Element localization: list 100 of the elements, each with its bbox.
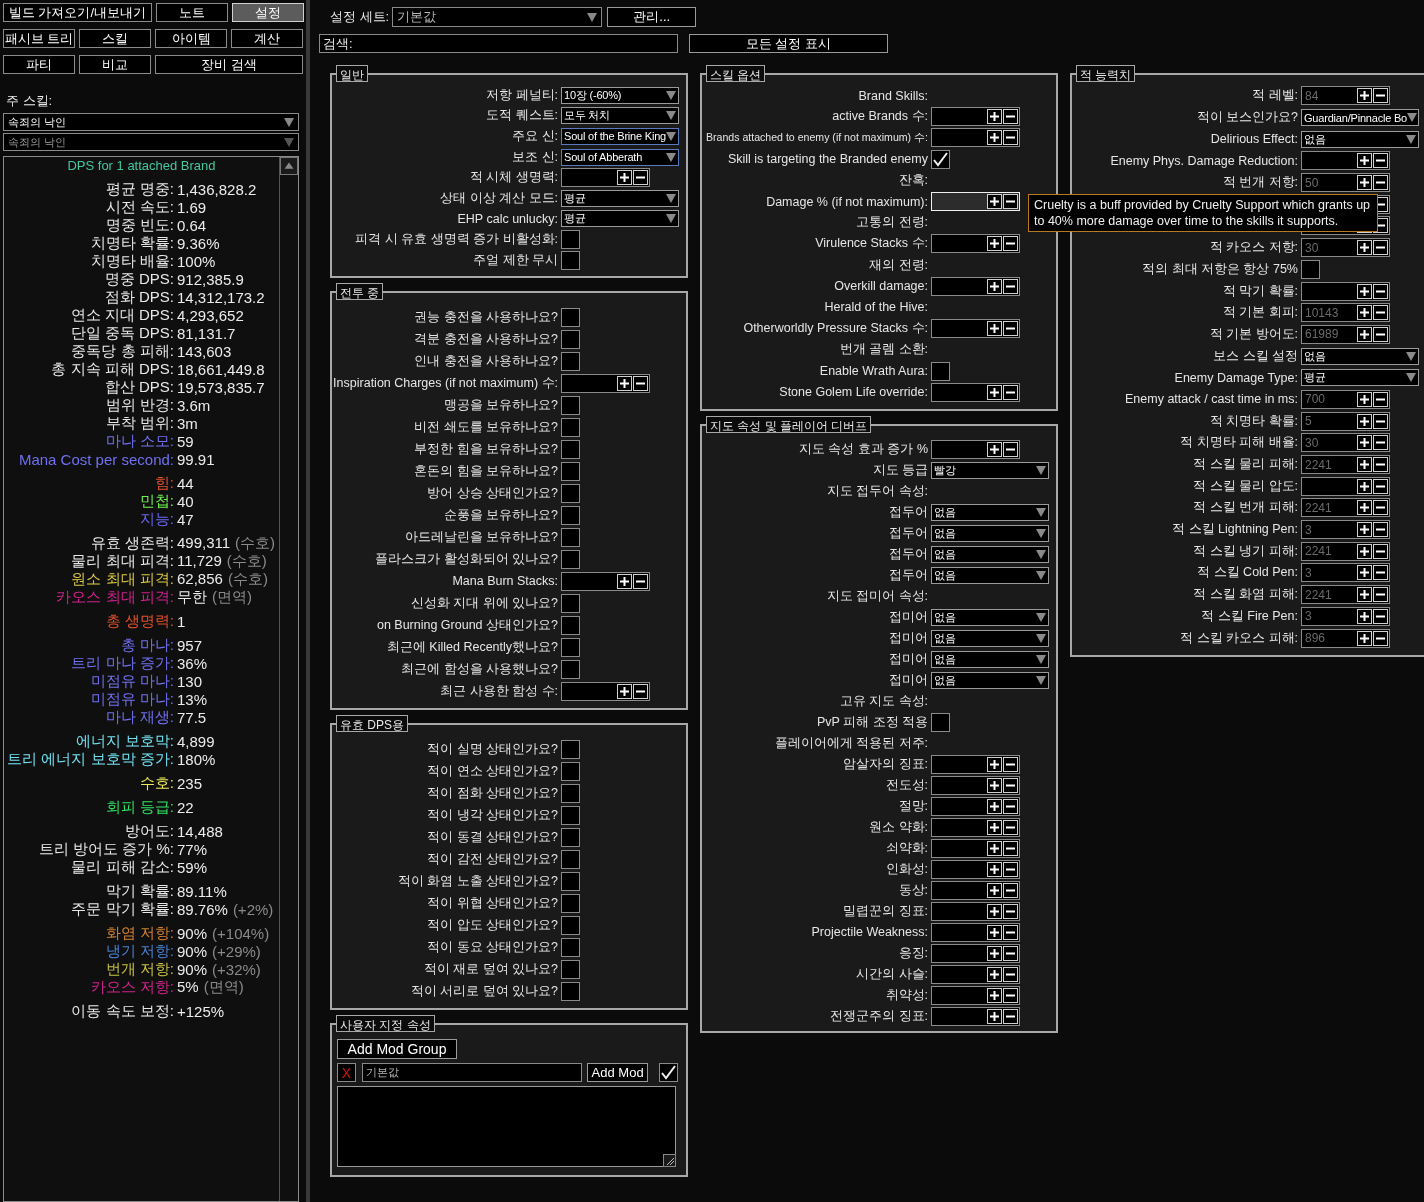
number-field[interactable] — [931, 880, 1020, 900]
number-field[interactable] — [931, 838, 1020, 858]
number-field[interactable] — [931, 1006, 1020, 1026]
number-field[interactable] — [561, 681, 650, 701]
number-field[interactable] — [931, 943, 1020, 963]
tab[interactable]: 패시브 트리 — [3, 29, 75, 48]
increment-button[interactable] — [987, 819, 1002, 835]
number-field[interactable] — [1301, 281, 1390, 301]
decrement-button[interactable] — [1373, 565, 1388, 581]
tab[interactable]: 파티 — [3, 55, 75, 74]
dropdown[interactable]: 빨강 — [931, 461, 1049, 479]
number-field[interactable] — [931, 775, 1020, 795]
decrement-button[interactable] — [1003, 321, 1018, 337]
decrement-button[interactable] — [1373, 175, 1388, 191]
increment-button[interactable] — [617, 375, 632, 391]
decrement-button[interactable] — [1003, 194, 1018, 210]
increment-button[interactable] — [1357, 240, 1372, 256]
dropdown[interactable]: 없음 — [931, 608, 1049, 626]
decrement-button[interactable] — [633, 683, 648, 699]
checkbox[interactable] — [561, 637, 580, 657]
decrement-button[interactable] — [1003, 278, 1018, 294]
checkbox[interactable] — [561, 739, 580, 759]
increment-button[interactable] — [1357, 305, 1372, 321]
increment-button[interactable] — [1357, 543, 1372, 559]
number-field[interactable] — [931, 107, 1020, 127]
decrement-button[interactable] — [1373, 587, 1388, 603]
checkbox[interactable] — [561, 981, 580, 1001]
increment-button[interactable] — [987, 384, 1002, 400]
decrement-button[interactable] — [1003, 777, 1018, 793]
checkbox[interactable] — [561, 250, 580, 270]
checkbox[interactable] — [561, 827, 580, 847]
tab[interactable]: 계산 — [231, 29, 303, 48]
decrement-button[interactable] — [1003, 384, 1018, 400]
dropdown[interactable]: 없음 — [931, 629, 1049, 647]
checkbox[interactable] — [931, 712, 950, 732]
decrement-button[interactable] — [1373, 435, 1388, 451]
decrement-button[interactable] — [1003, 861, 1018, 877]
number-field[interactable] — [931, 964, 1020, 984]
decrement-button[interactable] — [633, 573, 648, 589]
dropdown[interactable]: 평균 — [561, 189, 679, 207]
dropdown[interactable]: 없음 — [931, 503, 1049, 521]
checkbox[interactable] — [1301, 259, 1320, 279]
decrement-button[interactable] — [1373, 543, 1388, 559]
tab[interactable]: 빌드 가져오기/내보내기 — [3, 3, 152, 22]
dropdown[interactable]: 10장 (-60%) — [561, 86, 679, 104]
increment-button[interactable] — [1357, 630, 1372, 646]
checkbox[interactable] — [931, 149, 950, 169]
increment-button[interactable] — [1357, 413, 1372, 429]
increment-button[interactable] — [1357, 608, 1372, 624]
increment-button[interactable] — [617, 573, 632, 589]
decrement-button[interactable] — [1373, 326, 1388, 342]
decrement-button[interactable] — [1003, 798, 1018, 814]
increment-button[interactable] — [1357, 326, 1372, 342]
checkbox[interactable] — [561, 761, 580, 781]
number-field[interactable]: 896 — [1301, 628, 1390, 648]
increment-button[interactable] — [987, 1008, 1002, 1024]
checkbox[interactable] — [561, 351, 580, 371]
number-field[interactable]: 2241 — [1301, 455, 1390, 475]
decrement-button[interactable] — [1373, 500, 1388, 516]
decrement-button[interactable] — [1003, 109, 1018, 125]
increment-button[interactable] — [987, 882, 1002, 898]
dropdown[interactable]: 평균 — [1301, 369, 1419, 387]
mod-text-area[interactable] — [337, 1086, 676, 1168]
skill-dropdown[interactable]: 속죄의 낙인 — [3, 113, 299, 131]
manage-button[interactable]: 관리... — [607, 7, 697, 27]
number-field[interactable] — [931, 276, 1020, 296]
decrement-button[interactable] — [1373, 391, 1388, 407]
checkbox[interactable] — [561, 395, 580, 415]
increment-button[interactable] — [987, 987, 1002, 1003]
checkbox[interactable] — [561, 307, 580, 327]
checkbox[interactable] — [561, 329, 580, 349]
decrement-button[interactable] — [1373, 413, 1388, 429]
decrement-button[interactable] — [1373, 457, 1388, 473]
checkbox[interactable] — [561, 959, 580, 979]
dropdown[interactable]: 없음 — [931, 671, 1049, 689]
number-field[interactable] — [561, 571, 650, 591]
decrement-button[interactable] — [633, 375, 648, 391]
scrollbar[interactable] — [279, 157, 298, 1201]
checkbox[interactable] — [561, 417, 580, 437]
dropdown[interactable]: Guardian/Pinnacle Bo — [1301, 109, 1419, 127]
decrement-button[interactable] — [1003, 840, 1018, 856]
increment-button[interactable] — [1357, 522, 1372, 538]
decrement-button[interactable] — [633, 170, 648, 186]
number-field[interactable]: 2241 — [1301, 541, 1390, 561]
checkbox[interactable] — [561, 915, 580, 935]
checkbox[interactable] — [561, 893, 580, 913]
increment-button[interactable] — [1357, 435, 1372, 451]
remove-button[interactable]: X — [337, 1063, 356, 1083]
decrement-button[interactable] — [1373, 153, 1388, 169]
decrement-button[interactable] — [1003, 441, 1018, 457]
show-all-button[interactable]: 모든 설정 표시 — [689, 34, 888, 53]
number-field[interactable] — [561, 168, 650, 188]
number-field[interactable]: 30 — [1301, 238, 1390, 258]
increment-button[interactable] — [987, 903, 1002, 919]
config-set-dropdown[interactable]: 기본값 — [392, 7, 603, 27]
number-field[interactable] — [931, 796, 1020, 816]
checkbox[interactable] — [561, 461, 580, 481]
checkbox[interactable] — [561, 849, 580, 869]
decrement-button[interactable] — [1373, 608, 1388, 624]
add-mod-button[interactable]: Add Mod — [587, 1063, 649, 1083]
